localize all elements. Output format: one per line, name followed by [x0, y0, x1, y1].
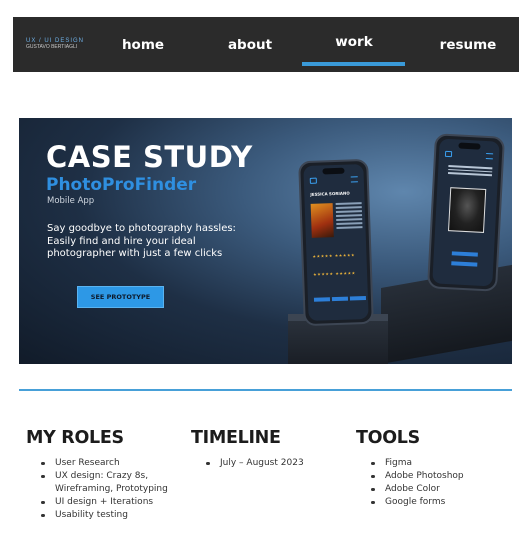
- camera-icon: [309, 177, 317, 184]
- camera-icon: [444, 150, 453, 158]
- list-item-text: User Research: [55, 458, 120, 468]
- tools-section: TOOLS Figma Adobe Photoshop Adobe Color …: [356, 427, 516, 509]
- my-roles-section: MY ROLES User Research UX design: Crazy …: [26, 427, 186, 522]
- profile-description-lines: [335, 202, 363, 231]
- phone-mockup-back: [426, 133, 506, 292]
- star-icon: ★★★★★ ★★★★★: [312, 252, 356, 259]
- menu-icon: [485, 152, 494, 160]
- list-item-text: UX design: Crazy 8s,: [55, 471, 149, 481]
- nav-link-work[interactable]: work: [303, 14, 405, 69]
- list-item-text: Adobe Color: [385, 484, 440, 494]
- case-study-hero-banner: CASE STUDY PhotoProFinder Mobile App Say…: [19, 118, 512, 364]
- profile-photo: [310, 203, 334, 238]
- screen-button: [451, 251, 478, 257]
- list-item: Adobe Photoshop: [371, 470, 516, 483]
- nav-link-about[interactable]: about: [217, 17, 283, 72]
- tools-list: Figma Adobe Photoshop Adobe Color Google…: [356, 457, 516, 509]
- nav-link-home[interactable]: home: [111, 17, 175, 72]
- section-divider: [19, 389, 512, 391]
- list-item: Figma: [371, 457, 516, 470]
- screen-text-lines: [448, 165, 493, 178]
- project-type: Mobile App: [47, 196, 95, 206]
- hero-title: CASE STUDY: [46, 140, 253, 174]
- phone-mockup-front: JESSICA SORIANO ★★★★★ ★★★★★ ★★★★★ ★★★★★: [298, 158, 374, 327]
- list-item: UX design: Crazy 8s, Wireframing, Prototy…: [41, 470, 186, 496]
- section-heading: MY ROLES: [26, 428, 124, 448]
- menu-icon: [350, 176, 358, 183]
- phone-screen: [432, 138, 500, 287]
- phone-screen: JESSICA SORIANO ★★★★★ ★★★★★ ★★★★★ ★★★★★: [303, 164, 369, 321]
- list-item: UI design + Iterations: [41, 496, 186, 509]
- project-name: PhotoProFinder: [46, 175, 197, 195]
- profile-name: JESSICA SORIANO: [310, 190, 350, 197]
- section-heading: TIMELINE: [191, 428, 281, 448]
- hero-tagline: Say goodbye to photography hassles: Easi…: [47, 223, 262, 261]
- list-item-text: Adobe Photoshop: [385, 471, 464, 481]
- photographer-photo: [448, 187, 487, 233]
- list-item: July – August 2023: [206, 457, 351, 470]
- see-prototype-button[interactable]: SEE PROTOTYPE: [77, 286, 164, 308]
- list-item-text: July – August 2023: [220, 458, 304, 468]
- list-item-text: Google forms: [385, 497, 446, 507]
- display-pedestal: [288, 321, 388, 364]
- list-item: User Research: [41, 457, 186, 470]
- phone-notch: [458, 142, 481, 150]
- list-item-text: Wireframing, Prototyping: [55, 484, 168, 494]
- tagline-line: Say goodbye to photography hassles:: [47, 223, 236, 234]
- tagline-line: Easily find and hire your ideal: [47, 235, 196, 247]
- list-item-text: UI design + Iterations: [55, 497, 154, 507]
- roles-list: User Research UX design: Crazy 8s, Wirefr…: [26, 457, 186, 522]
- star-icon: ★★★★★ ★★★★★: [313, 270, 356, 277]
- active-nav-indicator: [302, 62, 405, 66]
- screen-button: [451, 261, 478, 267]
- timeline-section: TIMELINE July – August 2023: [191, 427, 351, 470]
- list-item: Adobe Color: [371, 483, 516, 496]
- screen-buttons: [313, 295, 367, 302]
- timeline-list: July – August 2023: [191, 457, 351, 470]
- phone-notch: [322, 167, 345, 175]
- list-item: Google forms: [371, 496, 516, 509]
- logo-name: GUSTAVO BERTIAGLI: [26, 44, 78, 50]
- site-logo[interactable]: UX / UI DESIGN GUSTAVO BERTIAGLI: [26, 38, 84, 50]
- list-item-text: Figma: [385, 458, 413, 468]
- top-navigation-bar: UX / UI DESIGN GUSTAVO BERTIAGLI home ab…: [13, 17, 519, 72]
- list-item: Usability testing: [41, 509, 186, 522]
- tagline-line: photographer with just a few clicks: [47, 248, 223, 259]
- nav-link-resume[interactable]: resume: [429, 17, 507, 72]
- list-item-text: Usability testing: [55, 510, 128, 520]
- section-heading: TOOLS: [356, 428, 420, 448]
